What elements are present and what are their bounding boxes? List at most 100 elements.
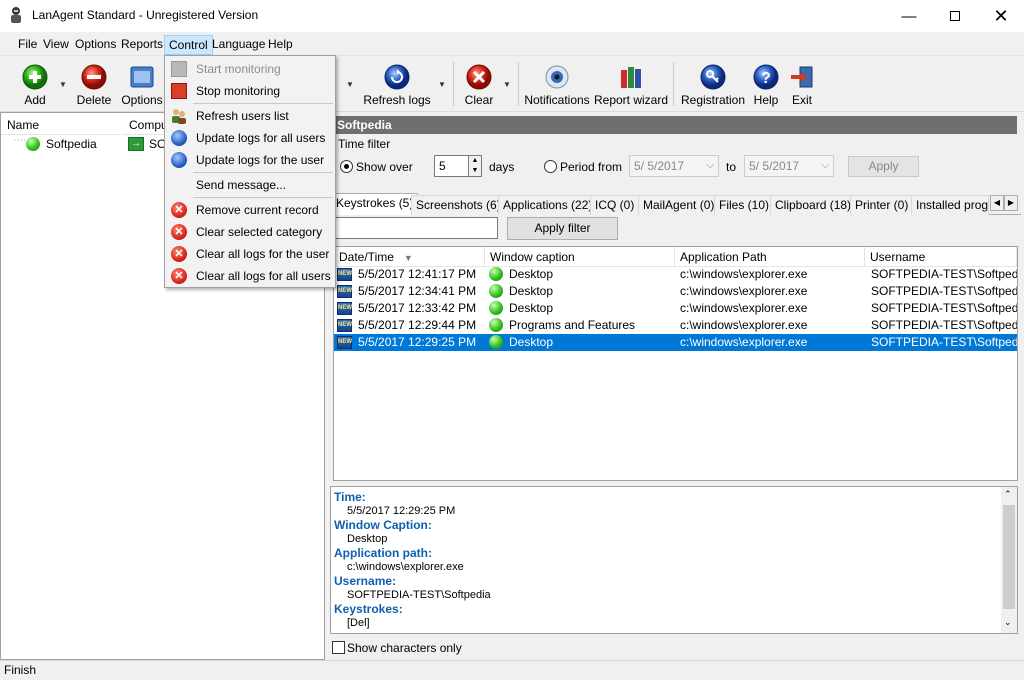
tab-applications[interactable]: Applications (22) — [498, 195, 598, 215]
table-row[interactable]: NEW 5/5/2017 12:33:42 PM Desktop c:\wind… — [334, 300, 1017, 317]
tab-printer[interactable]: Printer (0) — [850, 195, 914, 215]
from-date-picker[interactable]: 5/ 5/2017 ⌵ — [629, 155, 719, 177]
col-header-caption[interactable]: Window caption — [485, 247, 675, 267]
menu-item-start-monitoring[interactable]: Start monitoring — [167, 58, 333, 80]
add-button[interactable]: Add — [15, 58, 55, 110]
delete-button[interactable]: Delete — [74, 58, 114, 110]
keystroke-filter-input[interactable] — [333, 217, 498, 239]
col-header-path[interactable]: Application Path — [675, 247, 865, 267]
send-message-label: Send message... — [196, 178, 287, 192]
minimize-button[interactable]: — — [886, 0, 932, 32]
tab-icq[interactable]: ICQ (0) — [590, 195, 640, 215]
notifications-button[interactable]: Notifications — [524, 58, 590, 110]
menu-file[interactable]: File — [14, 35, 41, 55]
scroll-down-icon[interactable]: ⌄ — [1004, 617, 1012, 628]
exit-button[interactable]: Exit — [788, 58, 816, 110]
table-row-selected[interactable]: NEW 5/5/2017 12:29:25 PM Desktop c:\wind… — [334, 334, 1017, 351]
period-radio[interactable] — [544, 160, 557, 173]
tab-installed-programs[interactable]: Installed progra — [911, 195, 989, 215]
spin-down-icon[interactable]: ▼ — [469, 166, 481, 176]
menu-reports[interactable]: Reports — [117, 35, 167, 55]
clear-icon — [466, 64, 492, 90]
start-monitoring-label: Start monitoring — [196, 62, 281, 76]
apply-button[interactable]: Apply — [848, 156, 919, 177]
menu-help[interactable]: Help — [264, 35, 297, 55]
table-row[interactable]: NEW 5/5/2017 12:34:41 PM Desktop c:\wind… — [334, 283, 1017, 300]
update-logs-user-label: Update logs for the user — [196, 153, 325, 167]
delete-icon — [81, 64, 107, 90]
tab-scroll-right-icon[interactable]: ▶ — [1004, 195, 1018, 211]
stop-monitoring-icon — [171, 83, 187, 99]
details-scrollbar[interactable]: ⌃ ⌄ — [1001, 487, 1017, 633]
tab-screenshots[interactable]: Screenshots (6) — [411, 195, 506, 215]
to-label: to — [726, 160, 737, 174]
report-wizard-button[interactable]: Report wizard — [594, 58, 668, 110]
detail-time-label: Time: — [334, 490, 366, 504]
add-dropdown-arrow-icon[interactable]: ▼ — [59, 80, 67, 89]
table-row[interactable]: NEW 5/5/2017 12:29:44 PM Programs and Fe… — [334, 317, 1017, 334]
period-from-label: Period from — [560, 160, 623, 174]
menu-view[interactable]: View — [39, 35, 73, 55]
toolbar-dropdown-arrow-icon[interactable]: ▼ — [346, 80, 354, 89]
close-button[interactable]: ✕ — [978, 0, 1024, 32]
row-date: 5/5/2017 12:34:41 PM — [358, 284, 477, 298]
show-chars-checkbox[interactable] — [332, 641, 345, 654]
notifications-eye-icon — [545, 65, 569, 89]
apply-filter-button[interactable]: Apply filter — [507, 217, 618, 240]
exit-label: Exit — [791, 93, 812, 107]
row-caption: Desktop — [509, 267, 554, 281]
tab-files[interactable]: Files (10) — [714, 195, 775, 215]
app-agent-icon — [11, 7, 21, 23]
col-header-username[interactable]: Username — [865, 247, 1017, 267]
tab-scroll-left-icon[interactable]: ◀ — [990, 195, 1004, 211]
keystrokes-grid: Date/Time ▼ Window caption Application Pa… — [333, 246, 1018, 481]
menu-item-update-logs-user[interactable]: Update logs for the user — [167, 149, 333, 171]
days-input[interactable]: 5 — [434, 155, 470, 177]
scroll-thumb[interactable] — [1003, 505, 1015, 609]
refresh-logs-dropdown-arrow-icon[interactable]: ▼ — [438, 80, 446, 89]
menu-item-remove-record[interactable]: ✕ Remove current record — [167, 199, 333, 221]
menu-language[interactable]: Language — [208, 35, 269, 55]
menu-item-clear-logs-user[interactable]: ✕ Clear all logs for the user — [167, 243, 333, 265]
status-text: Finish — [4, 663, 37, 677]
col-header-name[interactable]: Name — [1, 115, 121, 135]
show-over-radio[interactable] — [340, 160, 353, 173]
days-spinner[interactable]: ▲ ▼ — [468, 155, 482, 177]
spin-up-icon[interactable]: ▲ — [469, 156, 481, 166]
options-button[interactable]: Options — [120, 58, 164, 110]
refresh-users-label: Refresh users list — [196, 109, 289, 123]
detail-caption-label: Window Caption: — [334, 518, 432, 532]
menu-item-update-logs-all[interactable]: Update logs for all users — [167, 127, 333, 149]
tab-clipboard[interactable]: Clipboard (18) — [770, 195, 857, 215]
menu-item-clear-category[interactable]: ✕ Clear selected category — [167, 221, 333, 243]
detail-caption-value: Desktop — [347, 533, 388, 545]
refresh-logs-icon — [384, 64, 410, 90]
clear-dropdown-arrow-icon[interactable]: ▼ — [503, 80, 511, 89]
status-ball-icon — [489, 318, 503, 332]
menu-item-send-message[interactable]: Send message... — [167, 174, 333, 196]
maximize-button[interactable] — [932, 0, 978, 32]
row-user: SOFTPEDIA-TEST\Softpedia — [871, 301, 1018, 315]
registration-button[interactable]: Registration — [681, 58, 745, 110]
menu-item-stop-monitoring[interactable]: Stop monitoring — [167, 80, 333, 102]
clear-button[interactable]: Clear — [461, 58, 497, 110]
table-row[interactable]: NEW 5/5/2017 12:41:17 PM Desktop c:\wind… — [334, 266, 1017, 283]
scroll-up-icon[interactable]: ⌃ — [1004, 489, 1012, 500]
clear-logs-user-label: Clear all logs for the user — [196, 247, 330, 261]
menu-options[interactable]: Options — [71, 35, 120, 55]
menu-control[interactable]: Control — [164, 35, 213, 55]
new-record-icon: NEW — [337, 336, 352, 349]
help-button[interactable]: ? Help — [752, 58, 780, 110]
users-icon — [171, 108, 187, 124]
new-record-icon: NEW — [337, 302, 352, 315]
menu-bar: File View Options Reports Control Langua… — [0, 32, 1024, 56]
tab-keystrokes[interactable]: Keystrokes (5) — [331, 193, 419, 215]
row-path: c:\windows\explorer.exe — [680, 284, 808, 298]
refresh-logs-button[interactable]: Refresh logs — [362, 58, 432, 110]
menu-item-refresh-users[interactable]: Refresh users list — [167, 105, 333, 127]
menu-item-clear-logs-all[interactable]: ✕ Clear all logs for all users — [167, 265, 333, 287]
col-header-datetime[interactable]: Date/Time ▼ — [334, 247, 485, 267]
status-ball-icon — [489, 284, 503, 298]
to-date-picker[interactable]: 5/ 5/2017 ⌵ — [744, 155, 834, 177]
tab-mailagent[interactable]: MailAgent (0) — [638, 195, 720, 215]
